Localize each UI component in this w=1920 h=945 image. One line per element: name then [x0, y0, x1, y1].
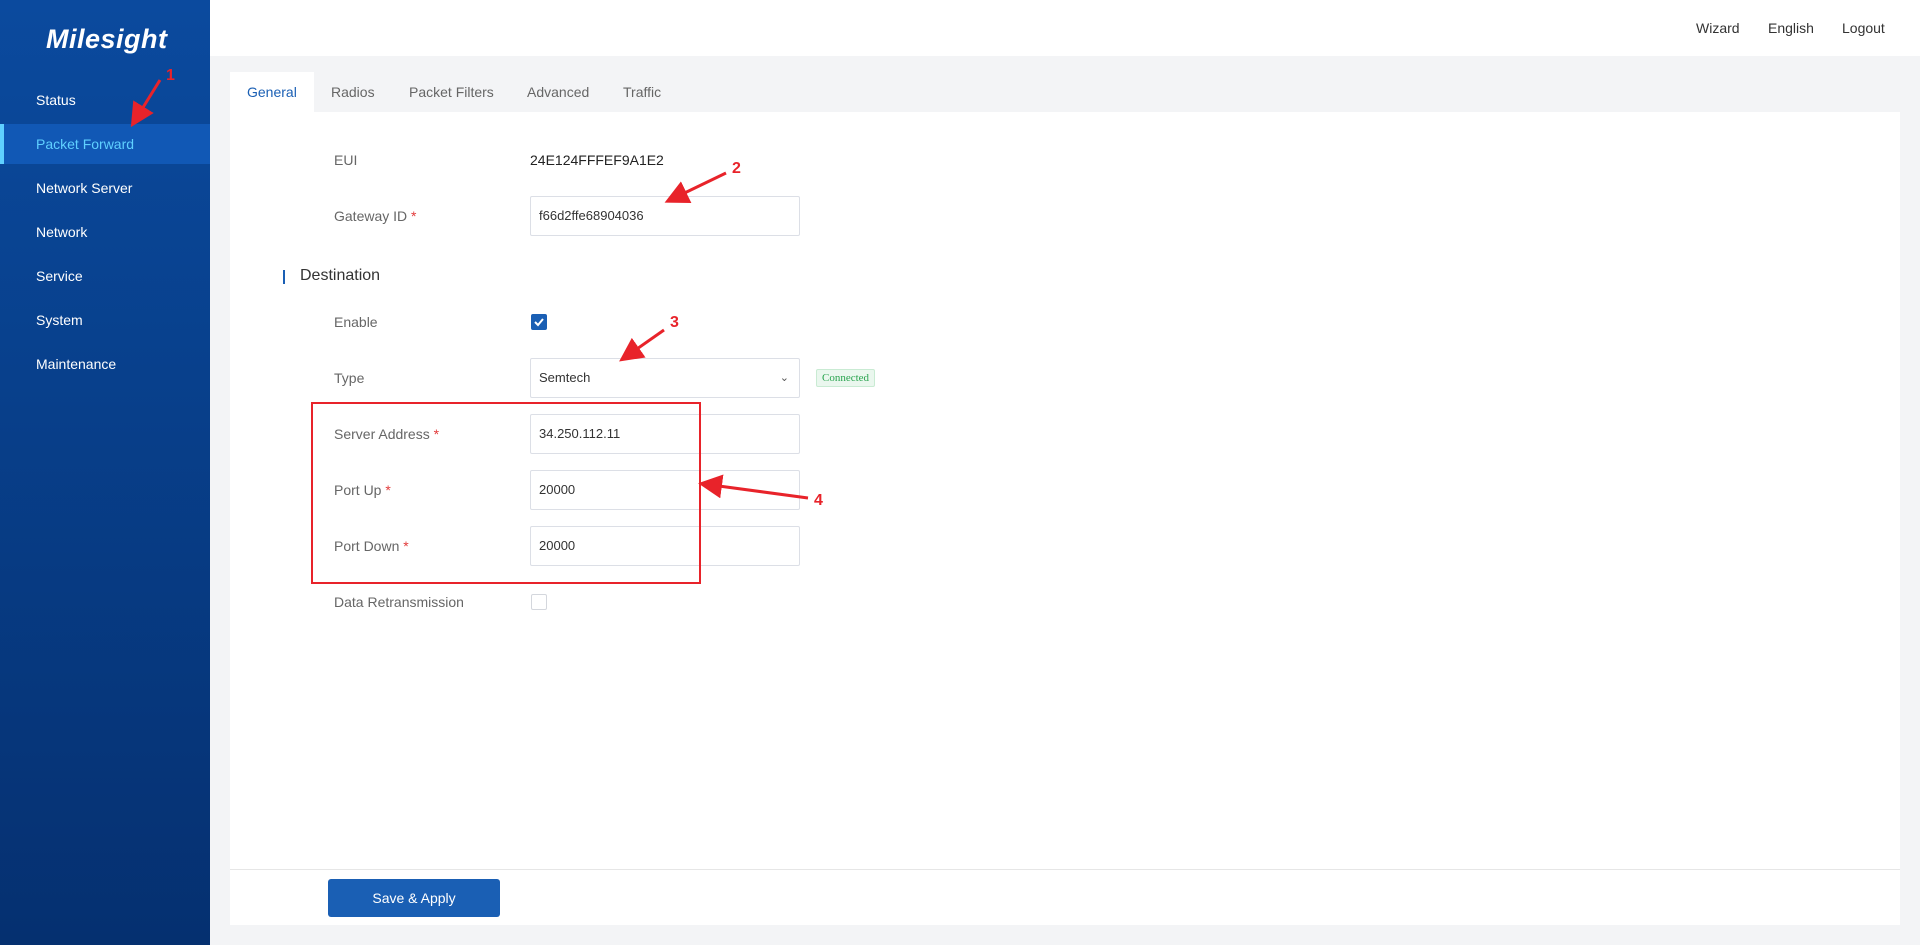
annotation-number-1: 1 [166, 67, 175, 84]
type-select[interactable]: Semtech ⌄ [530, 358, 800, 398]
gateway-id-label-text: Gateway ID [334, 208, 408, 224]
type-label: Type [334, 370, 365, 386]
sidebar-item-network[interactable]: Network [0, 212, 210, 252]
eui-label: EUI [334, 152, 358, 168]
tab-radios[interactable]: Radios [314, 72, 392, 112]
type-select-value: Semtech [539, 370, 591, 385]
sidebar-item-status[interactable]: Status [0, 80, 210, 120]
data-retransmission-label: Data Retransmission [334, 594, 464, 610]
sidebar: Milesight Status Packet Forward Network … [0, 0, 210, 945]
logout-link[interactable]: Logout [1842, 20, 1885, 36]
destination-section-title: Destination [300, 267, 381, 284]
sidebar-item-maintenance[interactable]: Maintenance [0, 344, 210, 384]
language-selector[interactable]: English [1768, 20, 1814, 36]
annotation-number-2: 2 [732, 160, 741, 177]
checkmark-icon [534, 318, 544, 327]
tab-general[interactable]: General [230, 72, 314, 112]
milesight-logo: Milesight [46, 24, 168, 54]
annotation-number-4: 4 [814, 492, 823, 509]
sidebar-item-service[interactable]: Service [0, 256, 210, 296]
gateway-id-input[interactable]: f66d2ffe68904036 [530, 196, 800, 236]
chevron-down-icon: ⌄ [779, 372, 789, 384]
data-retransmission-checkbox[interactable] [531, 594, 547, 610]
section-marker [283, 270, 285, 284]
tab-advanced[interactable]: Advanced [510, 72, 606, 112]
tab-packet-filters[interactable]: Packet Filters [392, 72, 511, 112]
connection-status-badge: Connected [816, 369, 876, 387]
tab-traffic[interactable]: Traffic [606, 72, 678, 112]
required-marker: * [411, 208, 417, 224]
sidebar-item-system[interactable]: System [0, 300, 210, 340]
eui-value: 24E124FFFEF9A1E2 [530, 152, 664, 168]
footer-divider [230, 869, 1900, 870]
annotation-number-3: 3 [670, 314, 679, 331]
annotation-highlight-box [311, 402, 701, 584]
top-header: Wizard English Logout [210, 0, 1920, 56]
sidebar-item-packet-forward[interactable]: Packet Forward [0, 124, 210, 164]
enable-checkbox[interactable] [531, 314, 547, 330]
wizard-link[interactable]: Wizard [1696, 20, 1740, 36]
enable-label: Enable [334, 314, 378, 330]
save-apply-button[interactable]: Save & Apply [328, 879, 500, 917]
gateway-id-label: Gateway ID * [334, 208, 416, 224]
sidebar-item-network-server[interactable]: Network Server [0, 168, 210, 208]
